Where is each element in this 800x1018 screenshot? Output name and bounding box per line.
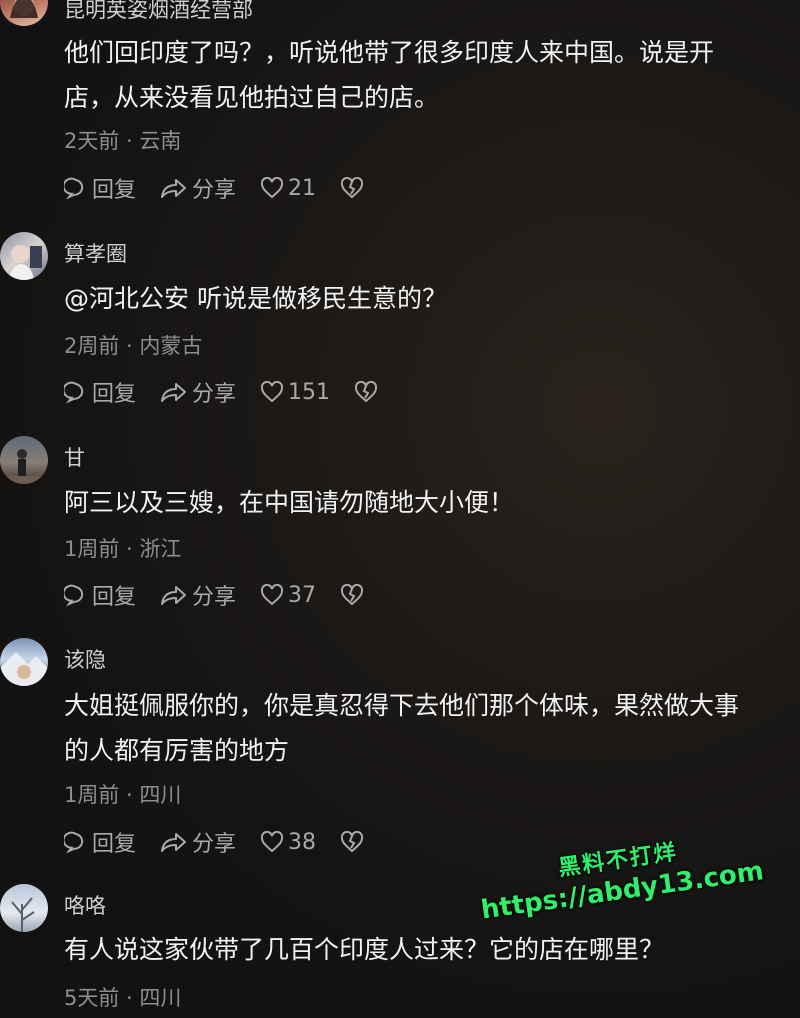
reply-button[interactable]: 回复 [64, 579, 136, 611]
heart-icon [260, 831, 284, 853]
comment-text-line: 阿三以及三嫂，在中国请勿随地大小便！ [64, 488, 515, 517]
comment-meta: 1周前 · 四川 [64, 783, 182, 807]
comment-text: 大姐挺佩服你的，你是真忍得下去他们那个体味，果然做大事 的人都有厉害的地方 [64, 683, 800, 773]
like-button[interactable]: 38 [260, 830, 316, 855]
like-button[interactable]: 151 [260, 380, 330, 405]
share-label: 分享 [192, 832, 237, 857]
like-count: 21 [288, 175, 317, 201]
comment-text: 他们回印度了吗？，听说他带了很多印度人来中国。说是开 店，从来没看见他拍过自己的… [64, 30, 800, 120]
heart-icon [260, 177, 284, 199]
comment-text-line: 店，从来没看见他拍过自己的店。 [64, 83, 440, 112]
comment-text: 有人说这家伙带了几百个印度人过来？它的店在哪里？ [64, 927, 800, 972]
share-button[interactable]: 分享 [160, 826, 236, 858]
avatar[interactable] [0, 0, 48, 26]
share-button[interactable]: 分享 [160, 376, 236, 408]
comment-actions: 回复 分享 38 [64, 827, 392, 857]
heart-icon [260, 584, 284, 606]
reply-button[interactable]: 回复 [64, 172, 136, 204]
like-button[interactable]: 21 [260, 176, 316, 201]
comment-text-line: @河北公安 听说是做移民生意的？ [64, 284, 447, 313]
like-count: 151 [288, 379, 331, 405]
dislike-button[interactable] [340, 177, 368, 199]
share-button[interactable]: 分享 [160, 579, 236, 611]
dislike-button[interactable] [340, 831, 368, 853]
comment-username[interactable]: 甘 [64, 442, 85, 472]
reply-label: 回复 [92, 382, 137, 407]
reply-button[interactable]: 回复 [64, 826, 136, 858]
reply-label: 回复 [92, 585, 137, 610]
heart-icon [260, 381, 284, 403]
like-button[interactable]: 37 [260, 583, 316, 608]
share-arrow-icon [161, 383, 187, 402]
reply-bubble-icon [64, 584, 84, 607]
reply-bubble-icon [64, 831, 84, 854]
dislike-button[interactable] [354, 381, 382, 403]
reply-button[interactable]: 回复 [64, 376, 136, 408]
like-count: 38 [288, 829, 317, 855]
avatar[interactable] [0, 232, 48, 280]
broken-heart-icon [340, 831, 364, 853]
dislike-button[interactable] [340, 584, 368, 606]
share-label: 分享 [192, 178, 237, 203]
comment-meta: 5天前 · 四川 [64, 986, 182, 1010]
watermark: 黑料不打烊 https://abdy13.com [467, 821, 773, 926]
comment-actions: 回复 分享 151 [64, 377, 406, 407]
share-arrow-icon [161, 179, 187, 198]
reply-bubble-icon [64, 381, 84, 404]
share-label: 分享 [192, 382, 237, 407]
broken-heart-icon [340, 177, 364, 199]
comment-meta: 2天前 · 云南 [64, 129, 182, 153]
comment-text: 阿三以及三嫂，在中国请勿随地大小便！ [64, 480, 800, 525]
comment-meta: 1周前 · 浙江 [64, 537, 182, 561]
share-arrow-icon [161, 833, 187, 852]
broken-heart-icon [354, 381, 378, 403]
comment-text-line: 有人说这家伙带了几百个印度人过来？它的店在哪里？ [64, 935, 665, 964]
comment-username[interactable]: 该隐 [64, 644, 106, 674]
comment-text: @河北公安 听说是做移民生意的？ [64, 276, 800, 321]
comment-actions: 回复 分享 21 [64, 173, 392, 203]
share-arrow-icon [161, 586, 187, 605]
comment-meta: 2周前 · 内蒙古 [64, 334, 203, 358]
broken-heart-icon [340, 584, 364, 606]
comment-actions: 回复 分享 37 [64, 580, 392, 610]
like-count: 37 [288, 582, 317, 608]
reply-label: 回复 [92, 178, 137, 203]
comment-text-line: 他们回印度了吗？，听说他带了很多印度人来中国。说是开 [64, 38, 715, 67]
reply-bubble-icon [64, 177, 84, 200]
comment-username[interactable]: 算孝圈 [64, 238, 127, 268]
avatar[interactable] [0, 884, 48, 932]
share-label: 分享 [192, 585, 237, 610]
comment-username[interactable]: 昆明英姿烟酒经营部 [64, 0, 253, 24]
comment-text-line: 大姐挺佩服你的，你是真忍得下去他们那个体味，果然做大事 [64, 691, 740, 720]
share-button[interactable]: 分享 [160, 172, 236, 204]
reply-label: 回复 [92, 832, 137, 857]
comment-text-line: 的人都有厉害的地方 [64, 736, 290, 765]
avatar[interactable] [0, 436, 48, 484]
comment-username[interactable]: 咯咯 [64, 890, 106, 920]
avatar[interactable] [0, 638, 48, 686]
